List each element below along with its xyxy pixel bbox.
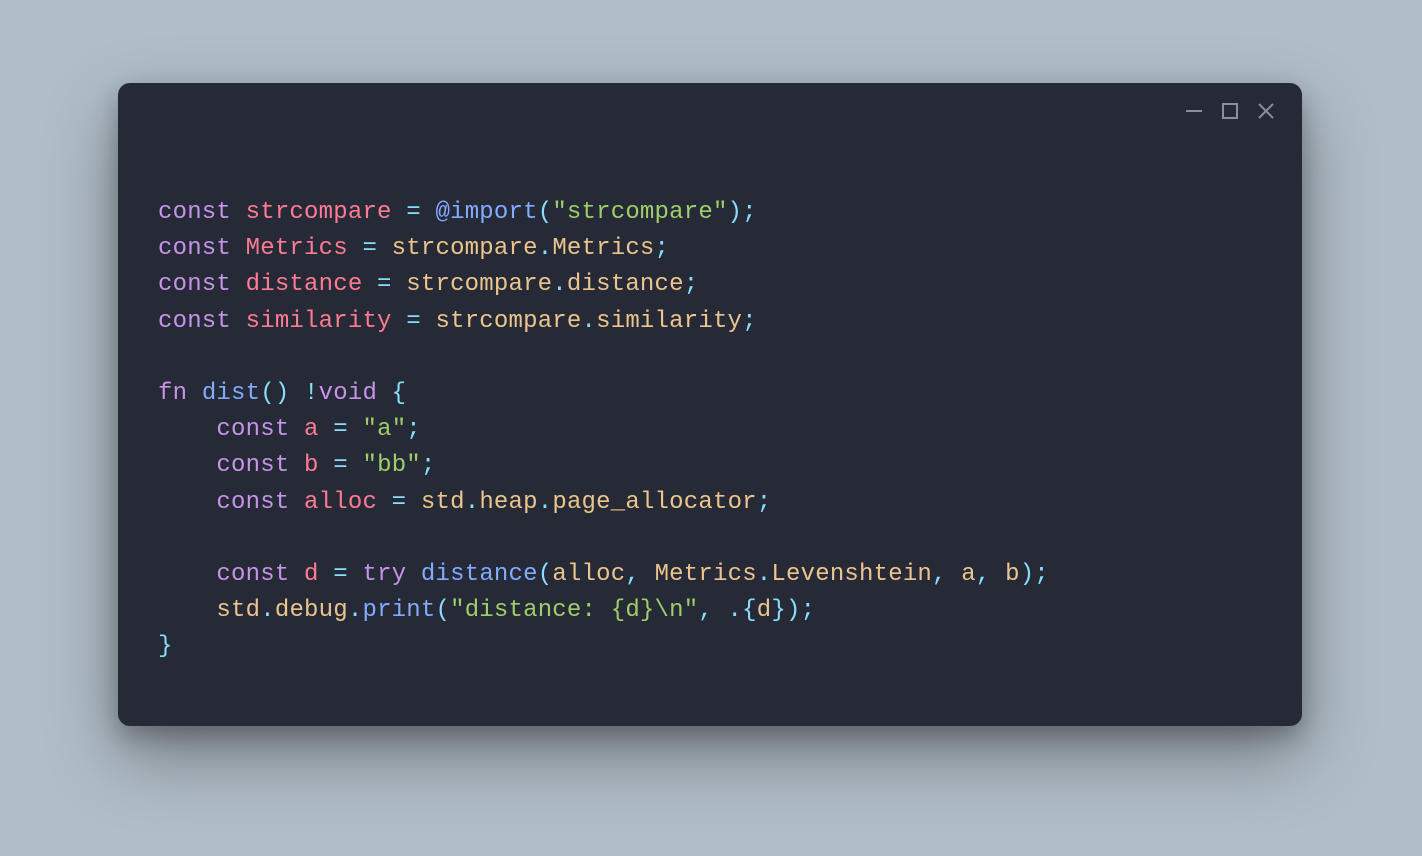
code-block[interactable]: const strcompare = @import("strcompare")…: [158, 195, 1262, 686]
minimize-icon[interactable]: [1184, 101, 1204, 121]
code-line: [158, 521, 1262, 557]
code-line: const a = "a";: [158, 412, 1262, 448]
editor-window: const strcompare = @import("strcompare")…: [118, 83, 1302, 726]
code-line: const strcompare = @import("strcompare")…: [158, 195, 1262, 231]
code-line: const alloc = std.heap.page_allocator;: [158, 485, 1262, 521]
code-line: const similarity = strcompare.similarity…: [158, 304, 1262, 340]
code-line: const b = "bb";: [158, 448, 1262, 484]
code-line: fn dist() !void {: [158, 376, 1262, 412]
code-line: [158, 340, 1262, 376]
maximize-icon[interactable]: [1220, 101, 1240, 121]
code-line: std.debug.print("distance: {d}\n", .{d})…: [158, 593, 1262, 629]
code-line: const Metrics = strcompare.Metrics;: [158, 231, 1262, 267]
close-icon[interactable]: [1256, 101, 1276, 121]
code-line: const d = try distance(alloc, Metrics.Le…: [158, 557, 1262, 593]
window-titlebar: [1184, 83, 1302, 139]
code-line: const distance = strcompare.distance;: [158, 267, 1262, 303]
code-line: }: [158, 629, 1262, 665]
